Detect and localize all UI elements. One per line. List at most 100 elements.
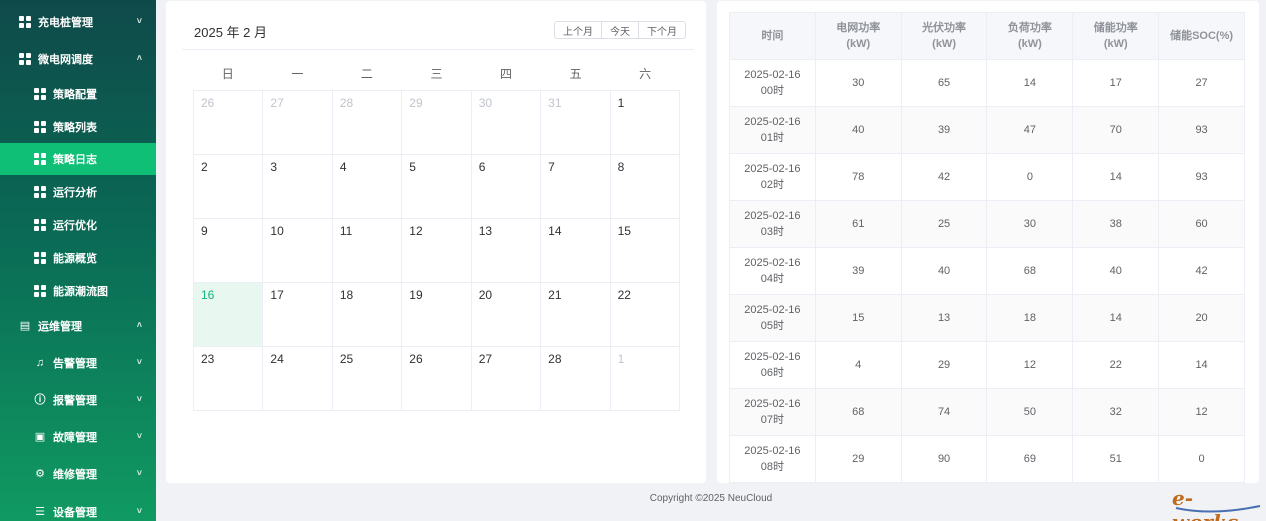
sidebar-item-12[interactable]: ▣ 故障管理 ˅: [0, 422, 156, 452]
table-cell: 93: [1158, 153, 1245, 201]
table-cell: 0: [986, 153, 1074, 201]
sidebar-item-1[interactable]: 微电网调度 ˄: [0, 44, 156, 74]
calendar-day[interactable]: 24: [263, 347, 333, 411]
calendar-day[interactable]: 28: [541, 347, 611, 411]
calendar-day[interactable]: 8: [610, 155, 680, 219]
table-cell: 14: [1158, 341, 1245, 389]
gear-icon: ⚙: [35, 468, 45, 480]
sidebar-item-label: 告警管理: [53, 358, 97, 370]
calendar-day[interactable]: 7: [541, 155, 611, 219]
today-button[interactable]: 今天: [602, 21, 639, 39]
calendar-weekday-header: 日一二三四五六: [193, 61, 680, 87]
calendar-day[interactable]: 28: [332, 91, 403, 155]
grid-icon: [34, 252, 46, 264]
calendar-day[interactable]: 27: [263, 91, 333, 155]
calendar-day[interactable]: 22: [610, 283, 680, 347]
calendar-day[interactable]: 21: [541, 283, 611, 347]
calendar-day[interactable]: 27: [471, 347, 542, 411]
table-row: 2025-02-16 05时 15 13 18 14 20: [729, 294, 1245, 342]
alert-circle-icon: ⓘ: [34, 394, 46, 406]
sidebar-item-5[interactable]: 运行分析: [0, 177, 156, 207]
grid-icon: [34, 186, 46, 198]
table-cell: 25: [900, 200, 988, 248]
table-cell: 42: [900, 153, 988, 201]
sidebar-item-11[interactable]: ⓘ 报警管理 ˅: [0, 385, 156, 415]
weekday-label: 日: [221, 67, 234, 81]
calendar-nav-buttons: 上个月 今天 下个月: [554, 21, 686, 39]
table-row: 2025-02-16 04时 39 40 68 40 42: [729, 247, 1245, 295]
sidebar-item-6[interactable]: 运行优化: [0, 210, 156, 240]
sidebar-item-0[interactable]: 充电桩管理 ˅: [0, 7, 156, 37]
grid-icon: [34, 88, 46, 100]
calendar-day[interactable]: 15: [610, 219, 680, 283]
table-cell: 30: [986, 200, 1074, 248]
eworks-logo-text: e-works: [1172, 486, 1238, 521]
calendar-day[interactable]: 6: [471, 155, 542, 219]
sidebar-item-10[interactable]: ♫ 告警管理 ˅: [0, 348, 156, 378]
sidebar-item-13[interactable]: ⚙ 维修管理 ˅: [0, 459, 156, 489]
calendar-day[interactable]: 12: [402, 219, 472, 283]
calendar-day[interactable]: 1: [610, 91, 680, 155]
table-cell: 2025-02-16 08时: [729, 435, 816, 483]
calendar-day[interactable]: 25: [332, 347, 403, 411]
table-cell: 42: [1158, 247, 1245, 295]
next-month-button[interactable]: 下个月: [639, 21, 686, 39]
calendar-day[interactable]: 10: [263, 219, 333, 283]
calendar-day[interactable]: 3: [263, 155, 333, 219]
calendar-day[interactable]: 30: [471, 91, 542, 155]
calendar-day[interactable]: 9: [194, 219, 264, 283]
table-cell: 17: [1072, 59, 1160, 107]
calendar-title: 2025 年 2 月: [194, 25, 267, 40]
table-cell: 68: [814, 388, 902, 436]
calendar-day[interactable]: 29: [402, 91, 472, 155]
sidebar-item-3[interactable]: 策略列表: [0, 112, 156, 142]
calendar-day[interactable]: 19: [402, 283, 472, 347]
sidebar-item-7[interactable]: 能源概览: [0, 243, 156, 273]
sidebar-item-9[interactable]: ▤ 运维管理 ˄: [0, 311, 156, 341]
calendar-day-today[interactable]: 16: [194, 283, 264, 347]
sidebar-item-4[interactable]: 策略日志: [0, 143, 156, 175]
calendar-day[interactable]: 26: [194, 91, 264, 155]
table-cell: 90: [900, 435, 988, 483]
calendar-day[interactable]: 18: [332, 283, 403, 347]
table-cell: 61: [814, 200, 902, 248]
table-row: 2025-02-16 02时 78 42 0 14 93: [729, 153, 1245, 201]
calendar-day[interactable]: 4: [332, 155, 403, 219]
table-cell: 0: [1158, 435, 1245, 483]
calendar-day[interactable]: 1: [610, 347, 680, 411]
column-header: 负荷功率 (kW): [986, 12, 1074, 60]
sidebar-item-2[interactable]: 策略配置: [0, 79, 156, 109]
sidebar-item-14[interactable]: ☰ 设备管理 ˅: [0, 497, 156, 521]
calendar-day[interactable]: 13: [471, 219, 542, 283]
calendar-day[interactable]: 26: [402, 347, 472, 411]
calendar-day[interactable]: 14: [541, 219, 611, 283]
calendar-day[interactable]: 31: [541, 91, 611, 155]
table-row: 2025-02-16 00时 30 65 14 17 27: [729, 59, 1245, 107]
weekday-label: 三: [430, 67, 443, 81]
sidebar-item-label: 报警管理: [53, 395, 97, 407]
sidebar-item-label: 维修管理: [53, 469, 97, 481]
prev-month-button[interactable]: 上个月: [554, 21, 602, 39]
eworks-logo: e-works: [1172, 486, 1264, 521]
grid-icon: [34, 153, 46, 165]
footer-copyright: Copyright ©2025 NeuCloud: [649, 493, 773, 504]
table-cell: 78: [814, 153, 902, 201]
sidebar-item-8[interactable]: 能源潮流图: [0, 276, 156, 306]
table-cell: 70: [1072, 106, 1160, 154]
table-cell: 74: [900, 388, 988, 436]
calendar-day[interactable]: 11: [332, 219, 403, 283]
table-cell: 2025-02-16 05时: [729, 294, 816, 342]
calendar-day[interactable]: 20: [471, 283, 542, 347]
calendar-day[interactable]: 2: [194, 155, 264, 219]
table-cell: 18: [986, 294, 1074, 342]
sidebar-item-label: 微电网调度: [38, 54, 93, 66]
table-cell: 27: [1158, 59, 1245, 107]
table-cell: 4: [814, 341, 902, 389]
chevron-up-icon: ˄: [136, 320, 142, 330]
table-cell: 14: [986, 59, 1074, 107]
calendar-day[interactable]: 17: [263, 283, 333, 347]
calendar-day[interactable]: 23: [194, 347, 264, 411]
calendar-day[interactable]: 5: [402, 155, 472, 219]
weekday-label: 一: [291, 67, 304, 81]
table-cell: 2025-02-16 07时: [729, 388, 816, 436]
